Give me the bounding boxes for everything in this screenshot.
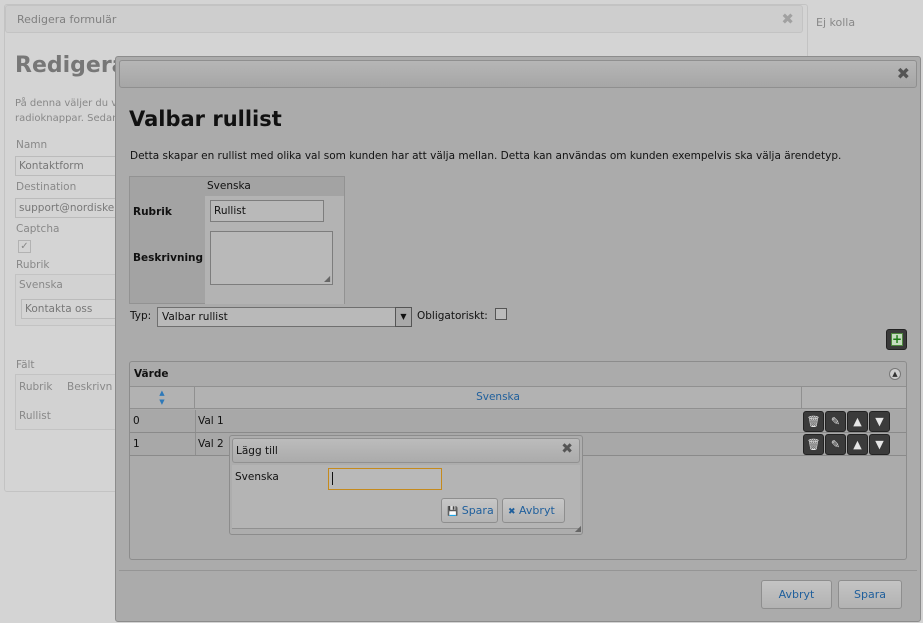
row-value: Val 2 — [198, 438, 224, 450]
row-index: 0 — [133, 415, 140, 427]
dialog-titlebar: ✖ — [119, 60, 917, 88]
dialog-description: Detta skapar en rullist med olika val so… — [130, 150, 842, 162]
language-table: Svenska Rubrik Beskrivning ◢ — [129, 176, 345, 304]
move-down-icon[interactable]: ▼ — [869, 434, 890, 455]
table-row[interactable]: 0 Val 1 🗑 ✎ ▲ ▼ — [130, 410, 906, 433]
save-button[interactable]: Spara — [838, 580, 902, 609]
rubrik-input[interactable] — [210, 200, 324, 222]
row-value: Val 1 — [198, 415, 224, 427]
valbar-rullist-dialog: ✖ Valbar rullist Detta skapar en rullist… — [115, 56, 921, 622]
sort-icon: ▲ ▼ — [159, 389, 165, 406]
edit-icon[interactable]: ✎ — [825, 434, 846, 455]
svenska-value-input[interactable] — [328, 468, 442, 490]
sort-column-header[interactable]: ▲ ▼ — [130, 387, 195, 408]
row-actions: 🗑 ✎ ▲ ▼ — [803, 434, 893, 455]
add-dialog-save-label: Spara — [461, 504, 494, 517]
footer-divider — [119, 570, 917, 571]
collapse-icon[interactable]: ▲ — [889, 368, 901, 380]
add-dialog-close-icon[interactable]: ✖ — [561, 441, 573, 457]
add-dialog-save-button[interactable]: 💾 Spara — [441, 498, 498, 523]
grid-title: Värde — [134, 368, 169, 380]
delete-icon[interactable]: 🗑 — [803, 434, 824, 455]
move-up-icon[interactable]: ▲ — [847, 411, 868, 432]
row-actions: 🗑 ✎ ▲ ▼ — [803, 411, 893, 432]
dialog-resize-icon[interactable]: ◢ — [575, 525, 581, 533]
cancel-icon: ✖ — [508, 507, 516, 517]
dialog-heading: Valbar rullist — [129, 107, 282, 131]
save-icon: 💾 — [447, 507, 459, 517]
add-value-button[interactable]: + — [886, 329, 907, 350]
cell-separator — [195, 433, 196, 455]
type-label: Typ: — [130, 310, 152, 322]
grid-header: ▲ ▼ Svenska — [130, 386, 906, 409]
cancel-button[interactable]: Avbryt — [761, 580, 832, 609]
beskrivning-label: Beskrivning — [133, 252, 204, 264]
required-label: Obligatoriskt: — [417, 310, 488, 322]
add-value-dialog: Lägg till ✖ Svenska 💾 Spara ✖ Avbryt ◢ — [229, 435, 583, 535]
required-checkbox[interactable] — [495, 308, 507, 320]
delete-icon[interactable]: 🗑 — [803, 411, 824, 432]
plus-icon: + — [891, 332, 903, 346]
text-cursor — [332, 472, 333, 485]
type-select-value: Valbar rullist — [162, 311, 228, 323]
dialog-close-icon[interactable]: ✖ — [897, 64, 910, 83]
add-dialog-titlebar: Lägg till ✖ — [232, 438, 580, 463]
rubrik-label: Rubrik — [133, 206, 172, 218]
add-dialog-cancel-label: Avbryt — [519, 504, 555, 517]
type-select[interactable]: Valbar rullist ▼ — [157, 307, 412, 327]
move-down-icon[interactable]: ▼ — [869, 411, 890, 432]
beskrivning-textarea[interactable] — [210, 231, 333, 285]
edit-icon[interactable]: ✎ — [825, 411, 846, 432]
textarea-resize-icon[interactable]: ◢ — [324, 275, 343, 302]
language-column-header: Svenska — [207, 180, 251, 192]
cell-separator — [195, 410, 196, 432]
svenska-field-label: Svenska — [235, 471, 279, 483]
add-dialog-cancel-button[interactable]: ✖ Avbryt — [502, 498, 565, 523]
add-dialog-title: Lägg till — [236, 445, 278, 457]
row-index: 1 — [133, 438, 140, 450]
svenska-column-header[interactable]: Svenska — [195, 387, 802, 408]
move-up-icon[interactable]: ▲ — [847, 434, 868, 455]
chevron-down-icon[interactable]: ▼ — [395, 307, 412, 327]
add-dialog-body: Svenska 💾 Spara ✖ Avbryt — [232, 465, 580, 529]
